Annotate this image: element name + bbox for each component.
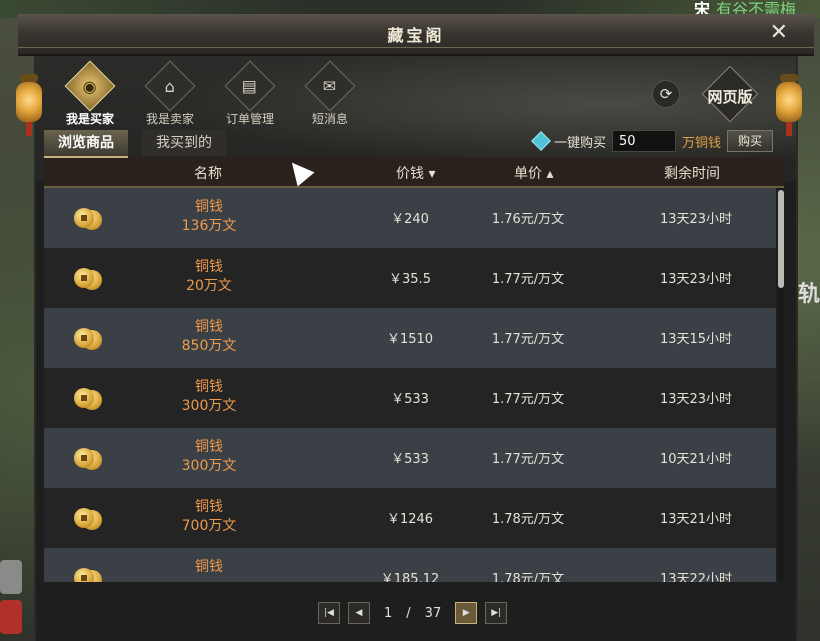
nav-messages-label: 短消息 bbox=[311, 112, 348, 126]
lantern-right-icon bbox=[776, 74, 802, 136]
nav-buyer-label: 我是买家 bbox=[65, 112, 114, 126]
item-price: ￥1246 bbox=[386, 512, 434, 527]
coin-icon bbox=[74, 388, 102, 410]
nav-seller-label: 我是卖家 bbox=[145, 112, 194, 126]
coin-icon bbox=[74, 268, 102, 290]
title-bar: 藏宝阁 ✕ bbox=[18, 14, 814, 56]
item-name: 铜钱 136万文 bbox=[181, 199, 237, 234]
treasure-pavilion-window: 藏宝阁 ✕ ◉ 我是买家 ⌂ 我是卖家 ▤ 订单管理 ✉ 短消息 ⟳ 网页版 浏… bbox=[16, 14, 814, 641]
table-row[interactable]: 铜钱 ￥185.12 1.78元/万文 13天22小时 bbox=[44, 548, 776, 582]
header-price[interactable]: 价钱 ▾ bbox=[396, 163, 435, 183]
item-remaining: 10天21小时 bbox=[659, 452, 733, 467]
refresh-icon[interactable]: ⟳ bbox=[652, 80, 680, 108]
table-header: 名称 价钱 ▾ 单价 ▴ 剩余时间 bbox=[44, 158, 784, 188]
nav-messages[interactable]: ✉ 短消息 bbox=[302, 60, 358, 127]
coin-icon bbox=[74, 328, 102, 350]
web-version-label: 网页版 bbox=[707, 88, 753, 106]
sort-up-icon: ▴ bbox=[542, 166, 554, 182]
quick-buy-bar: 一键购买 万铜钱 购买 bbox=[531, 128, 774, 154]
nav-buyer[interactable]: ◉ 我是买家 bbox=[62, 60, 118, 127]
coin-icon bbox=[74, 568, 102, 582]
envelope-icon: ✉ bbox=[304, 60, 356, 112]
item-price: ￥1510 bbox=[386, 332, 434, 347]
coin-icon bbox=[74, 508, 102, 530]
item-unit-price: 1.77元/万文 bbox=[491, 272, 565, 287]
last-page-icon[interactable]: ▶| bbox=[485, 602, 508, 624]
item-name: 铜钱 850万文 bbox=[181, 319, 237, 354]
coin-icon: ◉ bbox=[64, 60, 116, 112]
item-remaining: 13天22小时 bbox=[659, 572, 733, 582]
header-name[interactable]: 名称 bbox=[194, 163, 222, 183]
item-price: ￥533 bbox=[391, 452, 429, 467]
table-row[interactable]: 铜钱 850万文 ￥1510 1.77元/万文 13天15小时 bbox=[44, 308, 776, 368]
nav-orders-label: 订单管理 bbox=[225, 112, 274, 126]
item-name: 铜钱 20万文 bbox=[186, 259, 232, 294]
gem-icon bbox=[531, 131, 551, 151]
window-title: 藏宝阁 bbox=[387, 26, 445, 45]
quick-buy-amount-input[interactable] bbox=[612, 130, 677, 152]
header-remaining[interactable]: 剩余时间 bbox=[664, 163, 720, 183]
item-unit-price: 1.77元/万文 bbox=[491, 332, 565, 347]
page-separator: / bbox=[406, 605, 411, 621]
item-price: ￥35.5 bbox=[389, 272, 431, 287]
tab-browse[interactable]: 浏览商品 bbox=[44, 130, 128, 158]
table-row[interactable]: 铜钱 20万文 ￥35.5 1.77元/万文 13天23小时 bbox=[44, 248, 776, 308]
item-remaining: 13天23小时 bbox=[659, 272, 733, 287]
listing-table: 铜钱 136万文 ￥240 1.76元/万文 13天23小时 铜钱 20万文 ￥35… bbox=[44, 188, 776, 582]
pagination: |◀ ◀ 1 / 37 ▶ ▶| bbox=[318, 602, 508, 624]
item-unit-price: 1.78元/万文 bbox=[491, 572, 565, 582]
next-page-icon[interactable]: ▶ bbox=[455, 602, 478, 624]
table-row[interactable]: 铜钱 300万文 ￥533 1.77元/万文 13天23小时 bbox=[44, 368, 776, 428]
item-price: ￥533 bbox=[391, 392, 429, 407]
close-icon[interactable]: ✕ bbox=[770, 20, 788, 45]
table-row[interactable]: 铜钱 136万文 ￥240 1.76元/万文 13天23小时 bbox=[44, 188, 776, 248]
item-remaining: 13天23小时 bbox=[659, 392, 733, 407]
total-pages: 37 bbox=[424, 605, 442, 621]
item-unit-price: 1.78元/万文 bbox=[491, 512, 565, 527]
main-nav: ◉ 我是买家 ⌂ 我是卖家 ▤ 订单管理 ✉ 短消息 bbox=[62, 60, 358, 127]
prev-page-icon[interactable]: ◀ bbox=[348, 602, 370, 624]
table-row[interactable]: 铜钱 700万文 ￥1246 1.78元/万文 13天21小时 bbox=[44, 488, 776, 548]
item-remaining: 13天15小时 bbox=[659, 332, 733, 347]
book-icon: ▤ bbox=[224, 60, 276, 112]
sort-down-icon: ▾ bbox=[424, 166, 436, 182]
background-side-glyph: 轨 bbox=[797, 282, 820, 307]
item-name: 铜钱 300万文 bbox=[181, 439, 237, 474]
item-name: 铜钱 700万文 bbox=[181, 499, 237, 534]
quick-buy-unit: 万铜钱 bbox=[682, 135, 722, 151]
header-unit-price[interactable]: 单价 ▴ bbox=[514, 163, 553, 183]
item-unit-price: 1.77元/万文 bbox=[491, 392, 565, 407]
hud-skill-icon[interactable] bbox=[0, 600, 22, 634]
item-price: ￥185.12 bbox=[380, 572, 440, 582]
coin-icon bbox=[74, 448, 102, 470]
item-price: ￥240 bbox=[391, 212, 429, 227]
first-page-icon[interactable]: |◀ bbox=[318, 602, 340, 624]
quick-buy-label: 一键购买 bbox=[554, 135, 607, 151]
item-remaining: 13天23小时 bbox=[659, 212, 733, 227]
hud-portrait[interactable] bbox=[0, 560, 22, 594]
lantern-left-icon bbox=[16, 74, 42, 136]
item-name: 铜钱 300万文 bbox=[181, 379, 237, 414]
nav-orders[interactable]: ▤ 订单管理 bbox=[222, 60, 278, 127]
tab-purchased[interactable]: 我买到的 bbox=[142, 130, 226, 156]
item-name: 铜钱 bbox=[195, 559, 223, 575]
stall-icon: ⌂ bbox=[144, 60, 196, 112]
quick-buy-button[interactable]: 购买 bbox=[727, 130, 774, 152]
nav-seller[interactable]: ⌂ 我是卖家 bbox=[142, 60, 198, 127]
coin-icon bbox=[74, 208, 102, 230]
scrollbar-thumb[interactable] bbox=[778, 190, 784, 288]
item-remaining: 13天21小时 bbox=[659, 512, 733, 527]
table-row[interactable]: 铜钱 300万文 ￥533 1.77元/万文 10天21小时 bbox=[44, 428, 776, 488]
table-scrollbar[interactable] bbox=[778, 188, 784, 582]
current-page: 1 bbox=[384, 605, 393, 621]
item-unit-price: 1.77元/万文 bbox=[491, 452, 565, 467]
item-unit-price: 1.76元/万文 bbox=[491, 212, 565, 227]
web-version-button[interactable]: 网页版 bbox=[700, 65, 760, 123]
